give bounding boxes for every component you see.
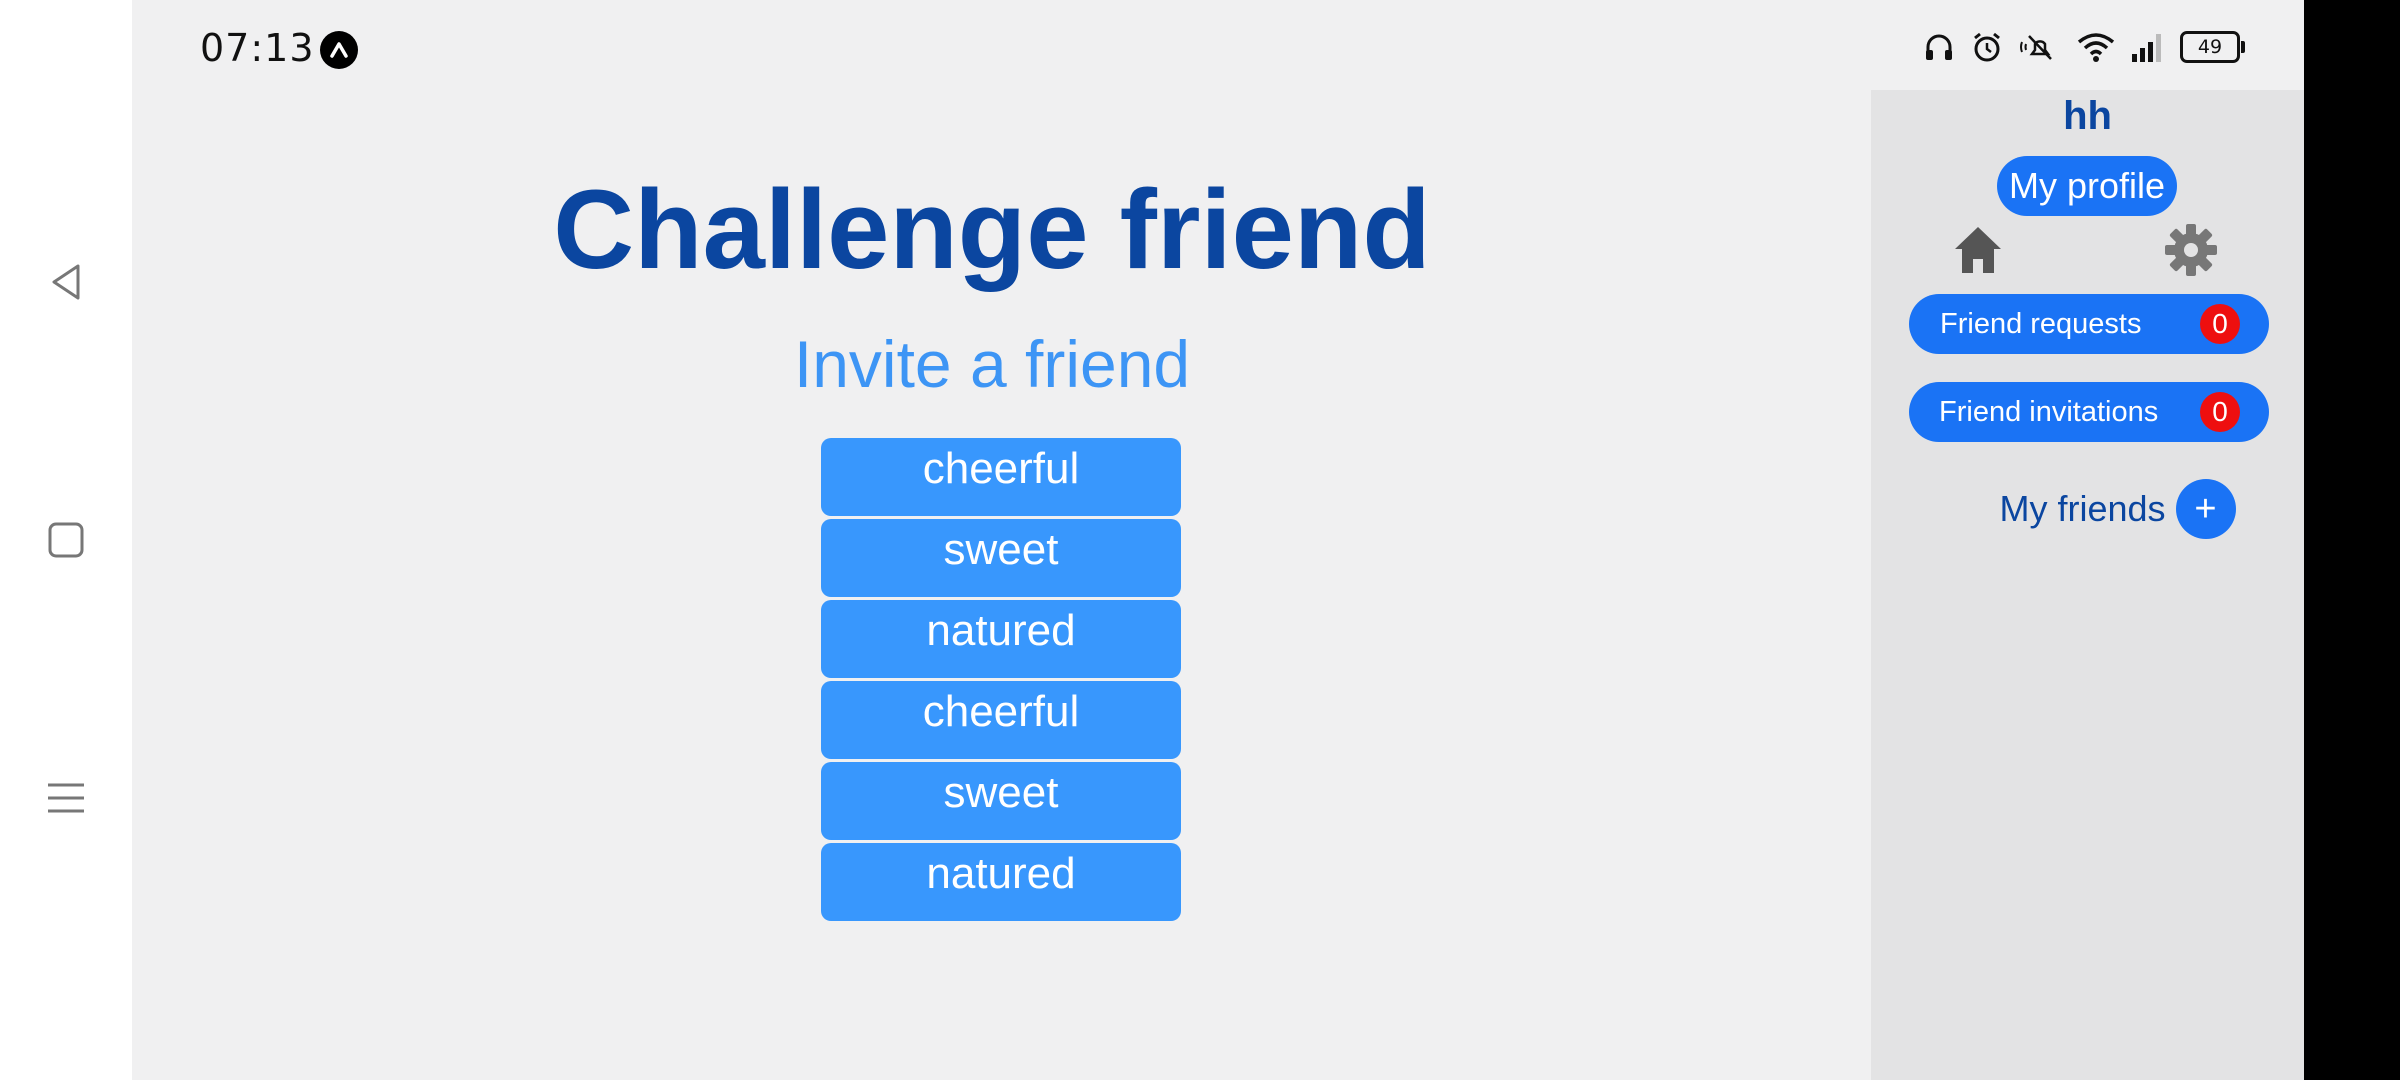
- friend-invitations-badge: 0: [2200, 392, 2240, 432]
- friend-requests-badge: 0: [2200, 304, 2240, 344]
- status-bar: 07:13 49: [132, 0, 2304, 90]
- headphones-icon: [1926, 34, 1952, 60]
- screen-edge: [2304, 0, 2400, 1080]
- add-friend-button[interactable]: +: [2175, 479, 2236, 539]
- back-icon: [52, 264, 80, 300]
- word-button-cheerful[interactable]: cheerful: [821, 681, 1181, 759]
- my-friends-row: My friends +: [1871, 478, 2304, 540]
- back-button[interactable]: [42, 258, 90, 306]
- battery-icon: 49: [2180, 31, 2245, 63]
- invite-subtitle: Invite a friend: [793, 327, 1191, 401]
- mute-icon: [2020, 35, 2052, 60]
- clock: 07:13: [200, 26, 315, 70]
- friend-invitations-label: Friend invitations: [1939, 395, 2159, 428]
- plus-icon: +: [2194, 488, 2217, 530]
- friend-invitations-button[interactable]: Friend invitations 0: [1909, 382, 2269, 442]
- page-title: Challenge friend: [553, 167, 1431, 292]
- square-home-icon: [48, 522, 84, 558]
- my-friends-label[interactable]: My friends: [1999, 488, 2165, 530]
- system-nav-bar: [0, 0, 132, 1080]
- recents-button[interactable]: [42, 774, 90, 822]
- word-button-natured[interactable]: natured: [821, 843, 1181, 921]
- friend-requests-label: Friend requests: [1940, 307, 2142, 340]
- word-button-sweet[interactable]: sweet: [821, 519, 1181, 597]
- app-screen: 07:13 49 Challenge friend Invite a frien…: [132, 0, 2304, 1080]
- friend-requests-button[interactable]: Friend requests 0: [1909, 294, 2269, 354]
- word-button-sweet[interactable]: sweet: [821, 762, 1181, 840]
- username: hh: [2063, 94, 2112, 138]
- status-icons: 49: [1922, 30, 2245, 64]
- home-nav-button[interactable]: [42, 516, 90, 564]
- sidebar: hh My profile Friend requests 0 Friend i…: [1871, 90, 2304, 1080]
- battery-level: 49: [2197, 36, 2223, 58]
- menu-icon: [48, 783, 84, 813]
- gear-icon[interactable]: [2163, 222, 2219, 278]
- wifi-icon: [2077, 33, 2115, 62]
- word-button-cheerful[interactable]: cheerful: [821, 438, 1181, 516]
- my-profile-button[interactable]: My profile: [1997, 156, 2177, 216]
- alarm-icon: [1974, 32, 2000, 62]
- word-list: cheerful sweet natured cheerful sweet na…: [821, 438, 1181, 924]
- word-button-natured[interactable]: natured: [821, 600, 1181, 678]
- home-icon[interactable]: [1951, 223, 2005, 277]
- signal-icon: [2132, 34, 2161, 62]
- notification-app-icon: [320, 31, 358, 69]
